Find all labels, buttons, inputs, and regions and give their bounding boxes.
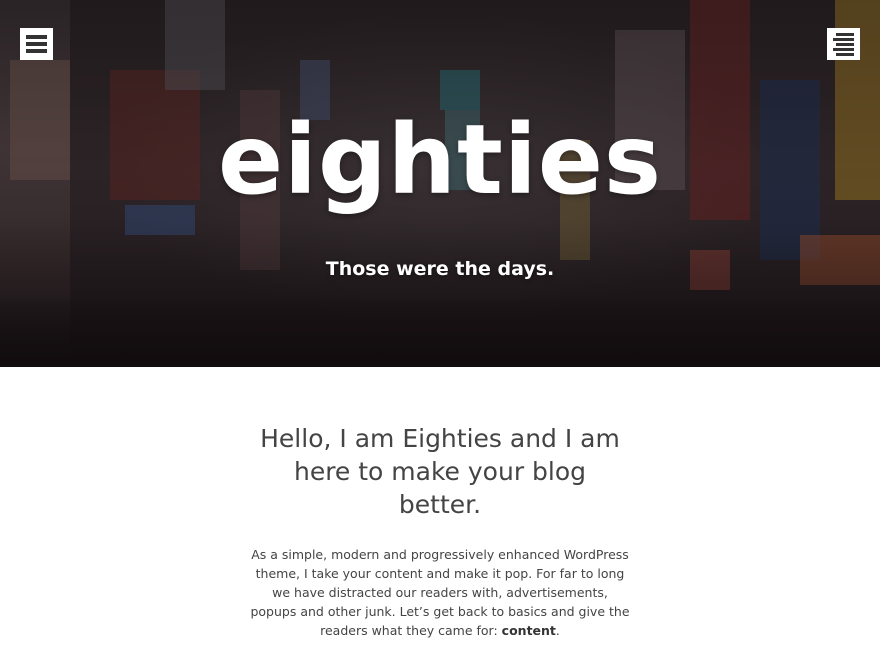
hero-header: eighties Those were the days. <box>0 0 880 367</box>
intro-text: As a simple, modern and progressively en… <box>250 547 630 638</box>
site-tagline: Those were the days. <box>325 258 555 280</box>
intro-heading: Hello, I am Eighties and I am here to ma… <box>260 424 620 519</box>
intro-emphasis: content <box>501 623 556 638</box>
sidebar-menu-button[interactable] <box>827 28 860 60</box>
main-menu-button[interactable] <box>20 28 53 60</box>
site-title[interactable]: eighties <box>0 112 880 208</box>
intro-paragraph: As a simple, modern and progressively en… <box>250 545 630 640</box>
intro-section: Hello, I am Eighties and I am here to ma… <box>250 422 630 640</box>
intro-period: . <box>555 623 560 638</box>
